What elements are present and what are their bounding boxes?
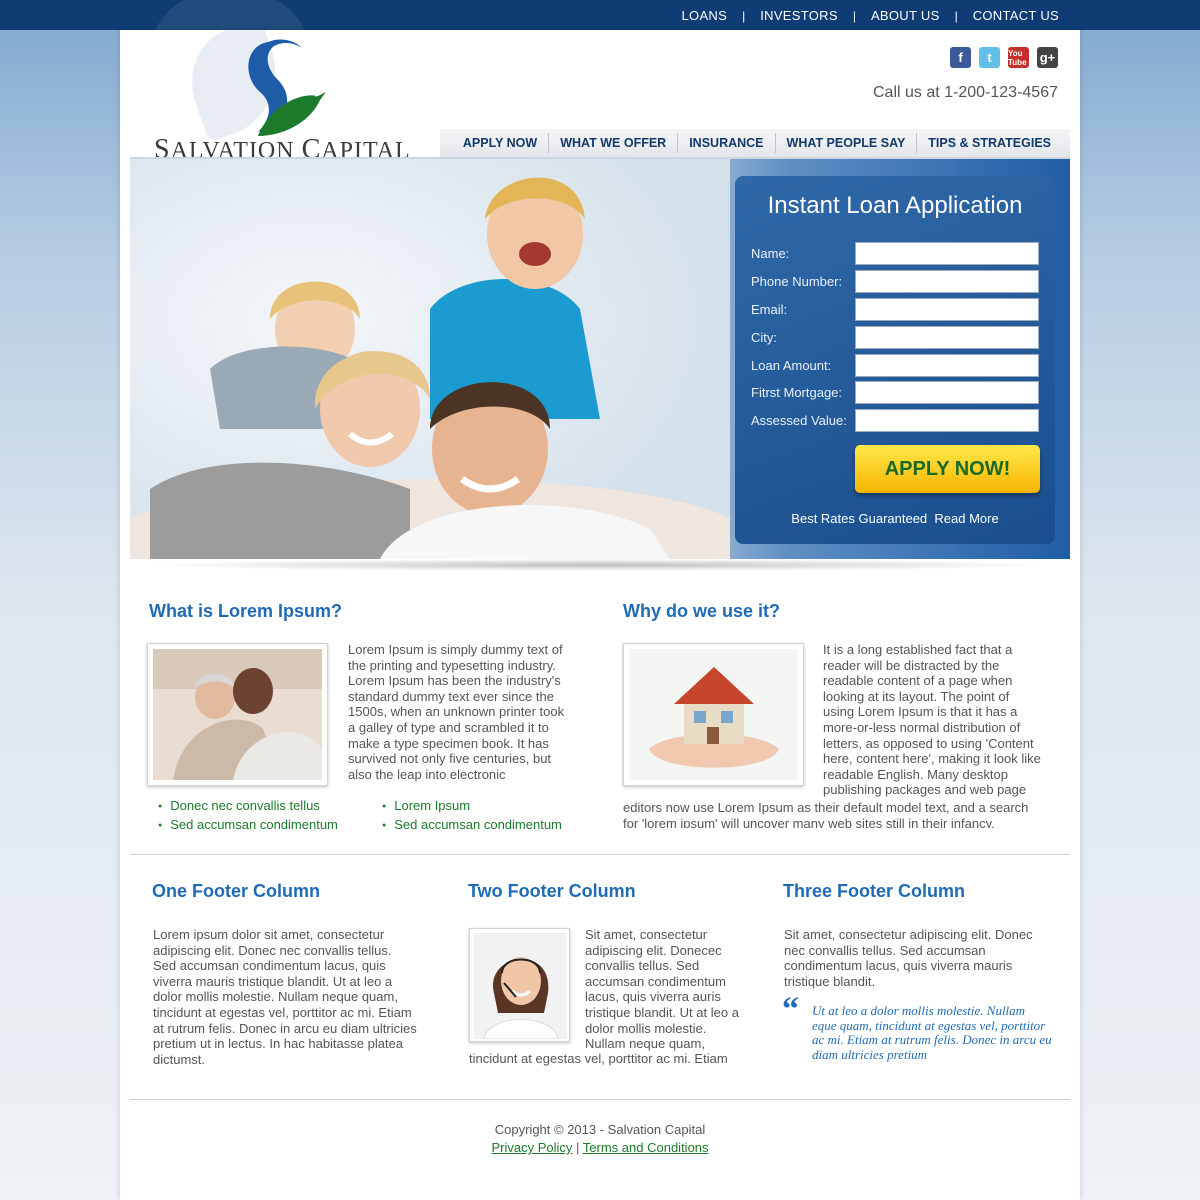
city-input[interactable] <box>855 326 1039 349</box>
section-heading-what-is: What is Lorem Ipsum? <box>149 601 343 621</box>
social-links: f t You Tube g+ <box>950 47 1058 68</box>
first-mortgage-input[interactable] <box>855 381 1039 404</box>
section-heading-why-use: Why do we use it? <box>623 601 781 621</box>
footer-col2-heading: Two Footer Column <box>468 881 636 901</box>
field-label: Assessed Value: <box>751 413 847 428</box>
nav-apply-now[interactable]: APPLY NOW <box>452 133 548 153</box>
form-row-email: Email: <box>751 298 1041 322</box>
best-rates-text: Best Rates Guaranteed <box>791 511 928 526</box>
terms-link[interactable]: Terms and Conditions <box>583 1140 709 1155</box>
google-plus-icon[interactable]: g+ <box>1037 47 1058 68</box>
bullet-item[interactable]: Lorem Ipsum <box>382 797 562 816</box>
nav-insurance[interactable]: INSURANCE <box>677 133 774 153</box>
field-label: City: <box>751 330 777 345</box>
page-container: SALVATION CAPITAL f t You Tube g+ Call u… <box>120 17 1080 1200</box>
footer-divider <box>130 1099 1070 1100</box>
form-row-loan-amount: Loan Amount: <box>751 354 1041 378</box>
call-us-phone: Call us at 1-200-123-4567 <box>872 84 1058 101</box>
read-more-link[interactable]: Read More <box>934 511 998 526</box>
bullet-list-right: Lorem Ipsum Sed accumsan condimentum <box>382 797 562 835</box>
field-label: Loan Amount: <box>751 358 832 373</box>
quote-mark-icon: “ <box>782 991 799 1028</box>
facebook-icon[interactable]: f <box>950 47 971 68</box>
footer-col2-body: Sit amet, consectetur adipiscing elit. D… <box>585 927 739 1052</box>
top-nav-investors[interactable]: INVESTORS <box>760 8 838 23</box>
form-row-phone: Phone Number: <box>751 270 1041 294</box>
loan-form-footer: Best Rates Guaranteed Read More <box>735 511 1055 526</box>
field-label: Name: <box>751 246 790 261</box>
footer-col3-body: Sit amet, consectetur adipiscing elit. D… <box>784 927 1033 989</box>
bird-logo-icon <box>248 39 326 136</box>
family-photo <box>130 159 730 559</box>
hero-banner: Instant Loan Application Name: Phone Num… <box>130 159 1070 559</box>
photo-frame <box>469 928 570 1042</box>
phone-input[interactable] <box>855 270 1039 293</box>
top-nav-about-us[interactable]: ABOUT US <box>871 8 940 23</box>
apply-now-button[interactable]: APPLY NOW! <box>855 445 1040 493</box>
footer-col1-heading: One Footer Column <box>152 881 320 901</box>
field-label: Email: <box>751 302 788 317</box>
footer-links: Privacy Policy | Terms and Conditions <box>120 1140 1080 1155</box>
top-bar: LOANS | INVESTORS | ABOUT US | CONTACT U… <box>0 0 1200 130</box>
nav-what-people-say[interactable]: WHAT PEOPLE SAY <box>774 133 917 153</box>
top-nav: LOANS | INVESTORS | ABOUT US | CONTACT U… <box>682 8 1059 23</box>
footer-col2-body-cont: tincidunt at egestas vel, porttitor ac m… <box>469 1051 728 1066</box>
elderly-couple-photo <box>153 649 322 780</box>
top-nav-separator: | <box>742 8 746 23</box>
house-in-hands-photo <box>629 649 798 780</box>
footer-col1-body: Lorem ipsum dolor sit amet, consectetur … <box>153 927 417 1067</box>
name-input[interactable] <box>855 242 1039 265</box>
youtube-icon[interactable]: You Tube <box>1008 47 1029 68</box>
loan-form-title: Instant Loan Application <box>767 192 1023 219</box>
nav-what-we-offer[interactable]: WHAT WE OFFER <box>548 133 677 153</box>
email-input[interactable] <box>855 298 1039 321</box>
form-row-name: Name: <box>751 242 1041 266</box>
top-nav-loans[interactable]: LOANS <box>682 8 728 23</box>
section2-body-cont: editors now use Lorem Ipsum as their def… <box>623 800 1029 828</box>
loan-amount-input[interactable] <box>855 354 1039 377</box>
bullet-list-left: Donec nec convallis tellus Sed accumsan … <box>158 797 338 835</box>
bullet-item[interactable]: Sed accumsan condimentum <box>158 816 338 835</box>
main-nav: APPLY NOW WHAT WE OFFER INSURANCE WHAT P… <box>440 129 1070 157</box>
photo-frame <box>623 643 804 786</box>
bullet-item[interactable]: Donec nec convallis tellus <box>158 797 338 816</box>
loan-application-form: Instant Loan Application Name: Phone Num… <box>735 176 1055 544</box>
section-divider <box>130 854 1070 855</box>
section1-body: Lorem Ipsum is simply dummy text of the … <box>348 642 565 782</box>
photo-frame <box>147 643 328 786</box>
footer-col3-heading: Three Footer Column <box>783 881 966 901</box>
twitter-icon[interactable]: t <box>979 47 1000 68</box>
privacy-policy-link[interactable]: Privacy Policy <box>491 1140 572 1155</box>
footer-link-separator: | <box>576 1140 580 1155</box>
section2-body: It is a long established fact that a rea… <box>823 642 1041 798</box>
nav-tips-strategies[interactable]: TIPS & STRATEGIES <box>916 133 1062 153</box>
copyright-text: Copyright © 2013 - Salvation Capital <box>494 1122 706 1137</box>
hero-shadow <box>140 559 1060 571</box>
form-row-assessed-value: Assessed Value: <box>751 409 1041 433</box>
logo[interactable]: SALVATION CAPITAL <box>150 17 430 165</box>
top-nav-contact-us[interactable]: CONTACT US <box>973 8 1059 23</box>
support-agent-photo <box>474 933 567 1040</box>
bullet-item[interactable]: Sed accumsan condimentum <box>382 816 562 835</box>
top-nav-separator: | <box>954 8 958 23</box>
field-label: Fitrst Mortgage: <box>751 385 843 400</box>
assessed-value-input[interactable] <box>855 409 1039 432</box>
testimonial-quote: Ut at leo a dolor mollis molestie. Nulla… <box>812 1003 1052 1062</box>
form-row-first-mortgage: Fitrst Mortgage: <box>751 381 1041 405</box>
form-row-city: City: <box>751 326 1041 350</box>
top-nav-separator: | <box>852 8 856 23</box>
field-label: Phone Number: <box>751 274 843 289</box>
